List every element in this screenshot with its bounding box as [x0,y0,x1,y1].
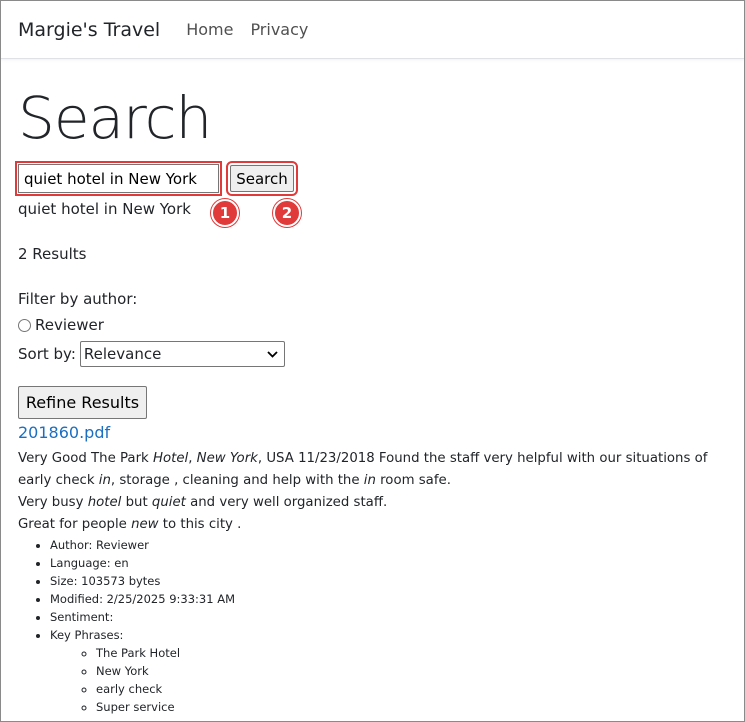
navbar: Margie's Travel Home Privacy [0,0,745,59]
radio-label: Reviewer [35,316,104,334]
radio-button[interactable] [18,318,31,332]
meta-language: Language: en [50,554,235,572]
key-phrase: early check [96,680,235,698]
result-title-link[interactable]: 201860.pdf [18,423,110,442]
snippet-line: Very busy hotel but quiet and very well … [18,495,388,510]
sort-label: Sort by: [18,345,76,363]
brand-link[interactable]: Margie's Travel [18,19,160,41]
annotation-badge-1: 1 [211,199,239,227]
meta-sentiment: Sentiment: [50,608,235,626]
query-echo: quiet hotel in New York [18,200,191,218]
sort-row: Sort by: Relevance [18,341,285,367]
meta-key-phrases: Key Phrases: The Park Hotel New York ear… [50,626,235,716]
key-phrases-list: The Park Hotel New York early check Supe… [50,644,235,716]
filter-label: Filter by author: [18,290,138,308]
meta-author: Author: Reviewer [50,536,235,554]
nav-link-home[interactable]: Home [186,20,233,39]
chevron-down-icon [267,350,278,358]
nav-link-privacy[interactable]: Privacy [250,20,308,39]
result-snippet: Very Good The Park Hotel, New York, USA … [18,448,738,536]
refine-results-button[interactable]: Refine Results [18,386,147,419]
author-filter-reviewer[interactable]: Reviewer [18,316,104,334]
key-phrase: The Park Hotel [96,644,235,662]
key-phrase: New York [96,662,235,680]
annotation-badge-2: 2 [273,199,301,227]
meta-modified: Modified: 2/25/2025 9:33:31 AM [50,590,235,608]
key-phrases-label: Key Phrases: [50,628,124,642]
search-button[interactable]: Search [226,161,298,196]
sort-selected-value: Relevance [83,345,162,363]
result-metadata-list: Author: Reviewer Language: en Size: 1035… [30,536,235,716]
meta-size: Size: 103573 bytes [50,572,235,590]
search-input[interactable] [15,161,222,196]
snippet-line: Great for people new to this city . [18,517,242,532]
snippet-line: Very Good The Park Hotel, New York, USA … [18,451,708,488]
key-phrase: Super service [96,698,235,716]
sort-select[interactable]: Relevance [79,341,285,367]
result-count: 2 Results [18,245,87,263]
page-title: Search [18,84,212,152]
